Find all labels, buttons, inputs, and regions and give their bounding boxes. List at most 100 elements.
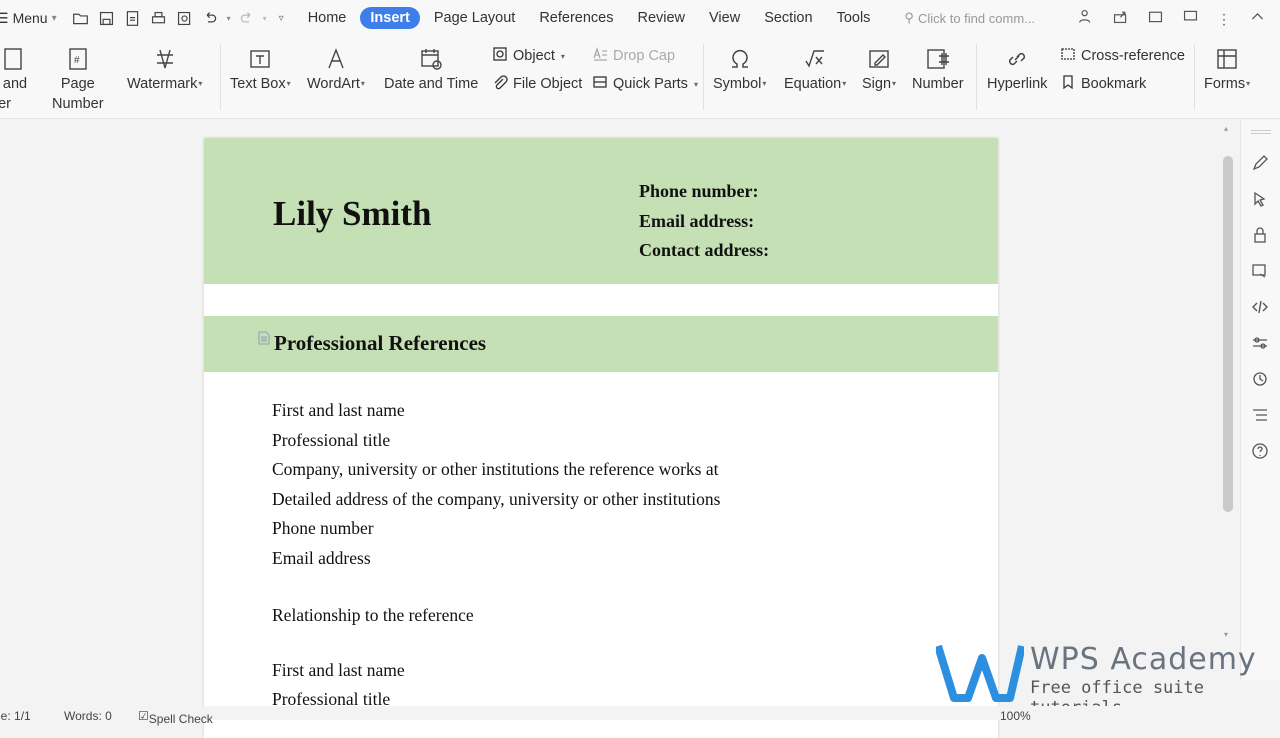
text-box-icon bbox=[247, 44, 273, 74]
symbol-button[interactable]: Symbol▾ bbox=[713, 44, 766, 94]
object-button[interactable]: Object ▾ bbox=[492, 46, 565, 66]
section-title[interactable]: Professional References bbox=[274, 331, 486, 356]
equation-button[interactable]: Equation▾ bbox=[784, 44, 846, 94]
tab-tools[interactable]: Tools bbox=[827, 7, 881, 29]
bookmark-button[interactable]: Bookmark bbox=[1060, 74, 1146, 94]
header-footer-button[interactable]: er and oter bbox=[0, 44, 27, 114]
chevron-down-icon[interactable]: ▾ bbox=[263, 14, 267, 23]
header-footer-icon bbox=[0, 44, 27, 74]
tab-insert[interactable]: Insert bbox=[360, 7, 420, 29]
sign-button[interactable]: Sign▾ bbox=[862, 44, 896, 94]
scroll-down-icon[interactable]: ▾ bbox=[1224, 630, 1228, 639]
text-line[interactable]: First and last name bbox=[272, 396, 720, 426]
drop-cap-icon bbox=[592, 46, 608, 66]
forms-icon bbox=[1214, 44, 1240, 74]
help-icon[interactable] bbox=[1251, 442, 1271, 462]
tab-section[interactable]: Section bbox=[754, 7, 822, 29]
collapse-ribbon-icon[interactable] bbox=[1249, 8, 1266, 30]
main-menu-button[interactable]: ☰ Menu ▾ bbox=[0, 10, 57, 27]
print-preview-icon[interactable] bbox=[175, 8, 195, 28]
text-line[interactable]: Detailed address of the company, univers… bbox=[272, 485, 720, 515]
page-indicator[interactable]: ge: 1/1 bbox=[0, 709, 31, 723]
comment-icon[interactable] bbox=[1182, 8, 1199, 30]
customize-toolbar-icon[interactable]: ▿ bbox=[279, 13, 284, 24]
quick-parts-button[interactable]: Quick Parts ▾ bbox=[592, 74, 698, 94]
outline-icon[interactable] bbox=[1251, 406, 1271, 426]
more-icon[interactable]: ⋮ bbox=[1217, 11, 1231, 28]
word-count[interactable]: Words: 0 bbox=[64, 709, 112, 723]
bookmark-icon bbox=[1060, 74, 1076, 94]
quick-parts-icon bbox=[592, 74, 608, 94]
forms-button[interactable]: Forms▾ bbox=[1204, 44, 1250, 94]
save-icon[interactable] bbox=[97, 8, 117, 28]
watermark-icon bbox=[152, 44, 178, 74]
text-box-button[interactable]: Text Box▾ bbox=[230, 44, 291, 94]
text-line[interactable]: Company, university or other institution… bbox=[272, 455, 720, 485]
svg-text:#: # bbox=[74, 55, 80, 66]
command-search[interactable]: ⚲ Click to find comm... bbox=[904, 10, 1035, 26]
tab-review[interactable]: Review bbox=[627, 7, 695, 29]
sync-icon[interactable] bbox=[1147, 8, 1164, 30]
search-input[interactable]: Click to find comm... bbox=[918, 11, 1035, 26]
open-folder-icon[interactable] bbox=[71, 8, 91, 28]
edit-pen-icon[interactable] bbox=[1251, 154, 1271, 174]
code-icon[interactable] bbox=[1251, 298, 1271, 318]
watermark-button[interactable]: Watermark▾ bbox=[127, 44, 202, 94]
print-icon[interactable] bbox=[149, 8, 169, 28]
history-icon[interactable] bbox=[1251, 370, 1271, 390]
search-icon: ⚲ bbox=[904, 10, 914, 25]
text-line[interactable]: Professional title bbox=[272, 426, 720, 456]
share-icon[interactable] bbox=[1112, 8, 1129, 30]
number-icon bbox=[925, 44, 951, 74]
chevron-down-icon[interactable]: ▾ bbox=[227, 14, 231, 23]
sign-pen-icon bbox=[866, 44, 892, 74]
vertical-scrollbar[interactable]: ▴ ▾ bbox=[1221, 122, 1235, 642]
wordart-button[interactable]: WordArt▾ bbox=[307, 44, 365, 94]
resume-header: Lily Smith Phone number: Email address: … bbox=[204, 138, 998, 284]
hyperlink-button[interactable]: Hyperlink bbox=[987, 44, 1047, 94]
document-page[interactable]: Lily Smith Phone number: Email address: … bbox=[204, 138, 998, 738]
page-number-button[interactable]: # Page Number bbox=[52, 44, 104, 114]
scroll-up-icon[interactable]: ▴ bbox=[1224, 124, 1228, 133]
select-cursor-icon[interactable] bbox=[1251, 190, 1271, 210]
text-line[interactable]: Email address bbox=[272, 544, 720, 574]
text-line[interactable]: First and last name bbox=[272, 656, 720, 686]
spell-check-button[interactable]: ☑ Spell Check bbox=[138, 709, 213, 726]
address-label[interactable]: Contact address: bbox=[639, 236, 769, 266]
tab-references[interactable]: References bbox=[529, 7, 623, 29]
omega-icon bbox=[727, 44, 753, 74]
redo-icon[interactable] bbox=[237, 8, 257, 28]
phone-label[interactable]: Phone number: bbox=[639, 177, 769, 207]
text-line[interactable]: Phone number bbox=[272, 514, 720, 544]
resume-name[interactable]: Lily Smith bbox=[273, 194, 432, 234]
cross-reference-button[interactable]: Cross-reference bbox=[1060, 46, 1185, 66]
date-time-button[interactable]: Date and Time bbox=[384, 44, 478, 94]
tab-home[interactable]: Home bbox=[298, 7, 357, 29]
scroll-thumb[interactable] bbox=[1223, 156, 1233, 512]
hamburger-icon: ☰ bbox=[0, 9, 9, 26]
lock-icon[interactable] bbox=[1251, 226, 1271, 246]
text-line[interactable]: Relationship to the reference bbox=[272, 601, 720, 631]
page-number-icon: # bbox=[65, 44, 91, 74]
export-pdf-icon[interactable] bbox=[123, 8, 143, 28]
equation-icon bbox=[802, 44, 828, 74]
references-body[interactable]: First and last name Professional title C… bbox=[272, 396, 720, 715]
status-bar: ge: 1/1 Words: 0 ☑ Spell Check 100% bbox=[0, 706, 1280, 726]
contact-block: Phone number: Email address: Contact add… bbox=[639, 177, 769, 266]
tab-page-layout[interactable]: Page Layout bbox=[424, 7, 525, 29]
section-header: Professional References bbox=[204, 316, 998, 372]
right-sidebar bbox=[1240, 120, 1280, 680]
document-icon bbox=[258, 331, 270, 345]
sliders-icon[interactable] bbox=[1251, 334, 1271, 354]
wps-academy-logo: WPS Academy Free office suite tutorials bbox=[936, 640, 1280, 718]
undo-icon[interactable] bbox=[201, 8, 221, 28]
share-user-icon[interactable] bbox=[1077, 8, 1094, 30]
drop-cap-button[interactable]: Drop Cap bbox=[592, 46, 675, 66]
tab-view[interactable]: View bbox=[699, 7, 750, 29]
zoom-level[interactable]: 100% bbox=[1000, 709, 1031, 723]
translate-icon[interactable] bbox=[1251, 262, 1271, 282]
file-object-button[interactable]: File Object bbox=[492, 74, 582, 94]
number-button[interactable]: Number bbox=[912, 44, 964, 94]
email-label[interactable]: Email address: bbox=[639, 207, 769, 237]
link-icon bbox=[1004, 44, 1030, 74]
